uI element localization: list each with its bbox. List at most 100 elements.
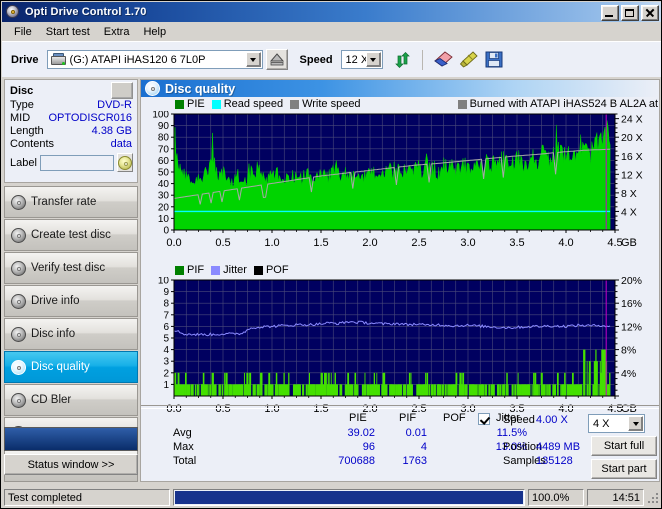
- pif-max-value: 4: [420, 441, 427, 453]
- elapsed-time: 14:51: [587, 489, 644, 506]
- menu-help[interactable]: Help: [136, 24, 173, 40]
- svg-text:3.5: 3.5: [509, 237, 524, 249]
- pie-max-value: 96: [362, 441, 375, 453]
- status-window-button[interactable]: Status window >>: [4, 454, 138, 475]
- chevron-down-icon[interactable]: [628, 416, 643, 431]
- sidebar-item-disc-quality[interactable]: Disc quality: [4, 351, 138, 383]
- save-button[interactable]: [483, 49, 505, 70]
- sidebar-item-transfer-rate[interactable]: Transfer rate: [4, 186, 138, 218]
- disc-icon: [5, 227, 31, 243]
- svg-text:9: 9: [163, 287, 169, 298]
- drive-label: Drive: [11, 53, 39, 66]
- panel-header: Disc quality: [141, 80, 659, 97]
- menu-file[interactable]: File: [7, 24, 39, 40]
- svg-text:0.0: 0.0: [166, 237, 181, 249]
- svg-text:5: 5: [163, 334, 169, 345]
- menu-start-test[interactable]: Start test: [39, 24, 97, 40]
- jitter-checkbox[interactable]: [478, 413, 490, 425]
- svg-text:4: 4: [163, 345, 169, 356]
- pie-avg-value: 39.02: [347, 427, 375, 439]
- sidebar-item-verify-test-disc[interactable]: Verify test disc: [4, 252, 138, 284]
- sidebar-item-label: Create test disc: [31, 229, 111, 241]
- col-header-pif: PIF: [399, 412, 417, 424]
- toolbar: Drive (G:) ATAPI iHAS120 6 7L0P Speed 12…: [2, 41, 661, 77]
- svg-text:1.5: 1.5: [313, 237, 328, 249]
- sidebar-item-label: Verify test disc: [31, 262, 106, 274]
- disc-icon: [5, 293, 31, 309]
- svg-text:20 X: 20 X: [621, 132, 643, 144]
- drive-icon: [50, 53, 67, 67]
- legend-pof: POF: [253, 264, 289, 276]
- legend-read-speed: Read speed: [211, 98, 283, 110]
- disc-icon: [5, 260, 31, 276]
- disc-label-input[interactable]: [39, 154, 114, 171]
- save-icon: [485, 51, 503, 68]
- svg-text:4%: 4%: [621, 368, 636, 380]
- svg-text:GB: GB: [621, 237, 637, 249]
- test-speed-select[interactable]: 4 X: [588, 414, 645, 433]
- svg-text:24 X: 24 X: [621, 114, 643, 126]
- legend-jitter: Jitter: [211, 264, 247, 276]
- close-button[interactable]: [641, 5, 659, 21]
- start-full-button[interactable]: Start full: [591, 436, 657, 456]
- svg-text:0.5: 0.5: [215, 237, 230, 249]
- eraser-icon: [434, 51, 453, 67]
- disc-mid-label: MID: [10, 112, 31, 124]
- svg-text:0: 0: [163, 226, 169, 237]
- svg-text:100: 100: [152, 111, 169, 121]
- sidebar-item-cd-bler[interactable]: CD Bler: [4, 384, 138, 416]
- brush-icon: [459, 51, 478, 68]
- svg-text:4.0: 4.0: [558, 237, 573, 249]
- sidebar-item-disc-info[interactable]: Disc info: [4, 318, 138, 350]
- disc-mid-value: OPTODISCR016: [48, 112, 132, 124]
- disc-icon: [5, 392, 31, 408]
- row-header-total: Total: [173, 455, 197, 467]
- left-panel: Disc Type DVD-R MID OPTODISCR016 Length …: [4, 79, 138, 482]
- minimize-button[interactable]: [601, 5, 619, 21]
- svg-text:80: 80: [158, 133, 170, 144]
- pif-total-value: 1763: [402, 455, 427, 467]
- refresh-button[interactable]: [393, 49, 415, 70]
- drive-select[interactable]: (G:) ATAPI iHAS120 6 7L0P: [46, 50, 263, 69]
- legend-pie: PIE: [175, 98, 205, 110]
- chevron-down-icon[interactable]: [245, 52, 261, 67]
- position-stat-value: 4489 MB: [536, 441, 581, 453]
- svg-text:7: 7: [163, 310, 169, 321]
- svg-text:16%: 16%: [621, 298, 642, 310]
- pif-chart[interactable]: 1 2 3 4 5 6 7 8 9 10 4% 8% 12% 16% 20% 0.0 0.5 1.0 1.5 2.0 2…: [141, 277, 659, 425]
- svg-text:90: 90: [158, 121, 170, 132]
- svg-text:6: 6: [163, 322, 169, 333]
- menu-extra[interactable]: Extra: [97, 24, 137, 40]
- maximize-button[interactable]: [621, 5, 639, 21]
- stats-area: PIE PIF POF Jitter Avg Max Total 39.02 9…: [141, 412, 659, 479]
- read-disc-button[interactable]: [116, 153, 133, 172]
- svg-text:2: 2: [163, 368, 169, 379]
- opti-drive-control-window: Opti Drive Control 1.70 File Start test …: [0, 0, 662, 509]
- menu-bar: File Start test Extra Help: [2, 22, 661, 41]
- cd-icon: [117, 155, 132, 170]
- disc-contents-value: data: [110, 138, 132, 150]
- start-part-button[interactable]: Start part: [591, 459, 657, 479]
- pie-chart[interactable]: 0 10 20 30 40 50 60 70 80 90 100 4 X 8 X 12 X 16 X 20 X…: [141, 111, 659, 261]
- disc-length-value: 4.38 GB: [91, 125, 132, 137]
- toolbar-divider: [421, 49, 423, 70]
- chevron-down-icon[interactable]: [365, 52, 381, 67]
- sidebar-item-drive-info[interactable]: Drive info: [4, 285, 138, 317]
- row-header-avg: Avg: [173, 427, 192, 439]
- clear-button[interactable]: [433, 49, 455, 70]
- resize-grip[interactable]: [646, 491, 660, 505]
- speed-select[interactable]: 12 X: [340, 50, 383, 69]
- window-controls: [601, 5, 659, 21]
- eject-button[interactable]: [265, 49, 288, 70]
- disc-icon: [5, 194, 31, 210]
- disc-row-type: Type DVD-R: [5, 99, 137, 112]
- disc-row-length: Length 4.38 GB: [5, 125, 137, 138]
- disc-box-title: Disc: [10, 84, 34, 97]
- brush-button[interactable]: [458, 49, 480, 70]
- jitter-avg-value: 11.5%: [496, 427, 527, 439]
- title-bar: Opti Drive Control 1.70: [2, 2, 661, 22]
- svg-text:8%: 8%: [621, 345, 636, 357]
- disc-icon: [145, 81, 160, 96]
- sidebar-item-create-test-disc[interactable]: Create test disc: [4, 219, 138, 251]
- sidebar-item-label: CD Bler: [31, 394, 72, 406]
